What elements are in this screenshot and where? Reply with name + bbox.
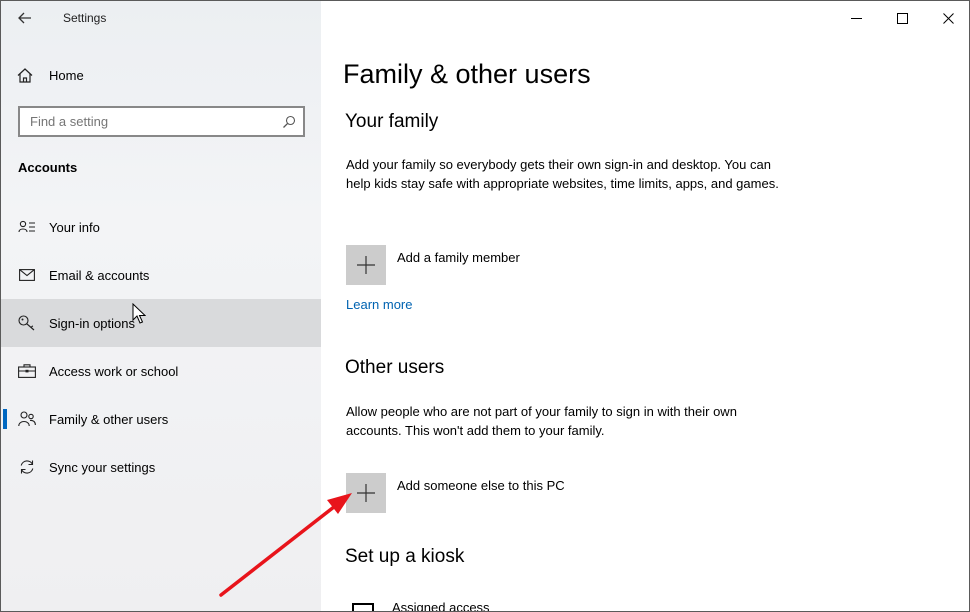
person-card-icon — [1, 220, 49, 234]
sidebar-item-email-accounts[interactable]: Email & accounts — [1, 251, 321, 299]
learn-more-link[interactable]: Learn more — [346, 297, 412, 312]
app-title: Settings — [63, 11, 107, 25]
sidebar-item-sync-settings[interactable]: Sync your settings — [1, 443, 321, 491]
maximize-button[interactable] — [879, 1, 925, 35]
section-heading-accounts: Accounts — [18, 160, 78, 175]
title-bar: Settings — [1, 1, 321, 35]
key-icon — [1, 315, 49, 331]
sidebar-nav: Your info Email & accounts Sign-in optio… — [1, 203, 321, 491]
family-description: Add your family so everybody gets their … — [346, 157, 779, 191]
back-button[interactable] — [11, 6, 39, 30]
add-someone-else-button[interactable]: Add someone else to this PC — [346, 473, 565, 513]
sidebar-item-your-info[interactable]: Your info — [1, 203, 321, 251]
mouse-cursor-icon — [132, 303, 146, 324]
section-heading-your-family: Your family — [345, 111, 439, 132]
home-icon — [1, 67, 49, 83]
sidebar-item-label: Email & accounts — [49, 267, 150, 283]
sidebar-item-label: Sign-in options — [49, 315, 135, 331]
plus-icon — [346, 245, 386, 285]
home-link[interactable]: Home — [1, 57, 321, 93]
minimize-icon — [850, 17, 862, 19]
add-family-member-button[interactable]: Add a family member — [346, 245, 520, 285]
sidebar-item-label: Sync your settings — [49, 459, 156, 475]
sidebar-item-sign-in-options[interactable]: Sign-in options — [1, 299, 321, 347]
mail-icon — [1, 269, 49, 281]
other-users-description: Allow people who are not part of your fa… — [346, 404, 737, 438]
close-button[interactable] — [925, 1, 969, 35]
minimize-button[interactable] — [833, 1, 879, 35]
sidebar-item-label: Access work or school — [49, 363, 179, 379]
maximize-icon — [896, 12, 908, 24]
page-title: Family & other users — [343, 59, 591, 89]
search-box[interactable] — [18, 106, 305, 137]
add-someone-else-label: Add someone else to this PC — [397, 478, 565, 493]
sidebar-item-label: Family & other users — [49, 411, 169, 427]
add-family-member-label: Add a family member — [397, 250, 520, 265]
search-input[interactable] — [20, 114, 275, 129]
section-heading-kiosk: Set up a kiosk — [345, 546, 465, 567]
plus-icon — [346, 473, 386, 513]
back-arrow-icon — [18, 12, 31, 24]
sidebar: Settings Home Accounts Your info — [1, 1, 321, 611]
section-heading-other-users: Other users — [345, 357, 445, 378]
home-label: Home — [49, 67, 84, 83]
main-content: Family & other users Your family Add you… — [322, 1, 969, 611]
sync-icon — [1, 459, 49, 475]
people-icon — [1, 411, 49, 427]
monitor-icon — [352, 603, 374, 611]
search-icon[interactable] — [275, 115, 303, 129]
sidebar-item-access-work-school[interactable]: Access work or school — [1, 347, 321, 395]
window-controls — [833, 1, 969, 35]
briefcase-icon — [1, 364, 49, 378]
close-icon — [942, 12, 954, 24]
assigned-access-label[interactable]: Assigned access — [392, 600, 490, 611]
sidebar-item-family-other-users[interactable]: Family & other users — [1, 395, 321, 443]
settings-window: Settings Home Accounts Your info — [0, 0, 970, 612]
sidebar-item-label: Your info — [49, 219, 100, 235]
